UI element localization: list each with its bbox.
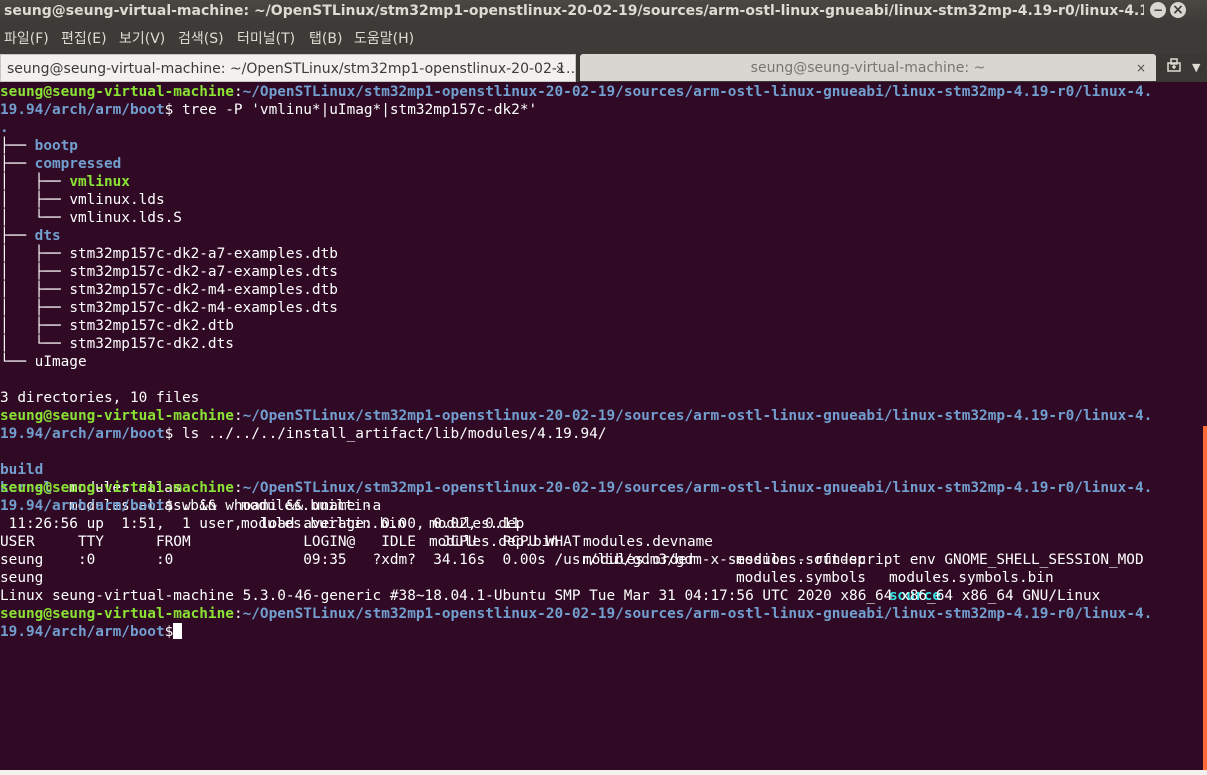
- ls-entry: modules.symbols.bin: [889, 570, 1054, 586]
- tab-close-button[interactable]: ×: [1136, 54, 1146, 81]
- tree-line: │ └── vmlinux.lds.S: [0, 210, 182, 226]
- tree-file: stm32mp157c-dk2-a7-examples.dtb: [69, 246, 338, 262]
- terminal-cursor: [173, 623, 183, 639]
- command-text: tree -P 'vmlinu*|uImag*|stm32mp157c-dk2*…: [181, 102, 538, 118]
- menu-view[interactable]: 보기(V): [119, 22, 165, 56]
- ls-entry: modules.devname: [583, 534, 713, 550]
- prompt-path: ~/OpenSTLinux/stm32mp1-openstlinux-20-02…: [242, 408, 1153, 424]
- prompt-line: 19.94/arch/arm/boot$ tree -P 'vmlinu*|uI…: [0, 102, 538, 118]
- chevron-down-icon[interactable]: ▼: [1192, 54, 1200, 82]
- window-title: seung@seung-virtual-machine: ~/OpenSTLin…: [4, 3, 1144, 19]
- tree-file: stm32mp157c-dk2-m4-examples.dts: [69, 300, 338, 316]
- tab-label: seung@seung-virtual-machine: ~/OpenSTLin…: [7, 61, 576, 77]
- terminal-output[interactable]: seung@seung-virtual-machine:~/OpenSTLinu…: [0, 82, 1207, 770]
- menu-edit[interactable]: 편집(E): [61, 22, 107, 56]
- menu-tabs[interactable]: 탭(B): [309, 22, 342, 56]
- prompt-line: 19.94/arch/arm/boot$ w && whoami && unam…: [0, 498, 382, 514]
- scrollbar[interactable]: [1203, 426, 1207, 770]
- tab-active[interactable]: seung@seung-virtual-machine: ~/OpenSTLin…: [0, 54, 576, 82]
- minimize-button[interactable]: −: [1150, 2, 1166, 18]
- w-uptime: 11:26:56 up 1:51, 1 user, load average: …: [0, 516, 520, 532]
- tab-bar: seung@seung-virtual-machine: ~/OpenSTLin…: [0, 54, 1207, 82]
- tree-line: │ ├── stm32mp157c-dk2-m4-examples.dtb: [0, 282, 338, 298]
- tree-line: └── uImage: [0, 354, 87, 370]
- prompt-path: 19.94/arch/arm/boot: [0, 624, 165, 640]
- prompt-user: seung@seung-virtual-machine: [0, 480, 234, 496]
- prompt-line: seung@seung-virtual-machine:~/OpenSTLinu…: [0, 408, 1153, 424]
- tree-file: stm32mp157c-dk2-a7-examples.dts: [69, 264, 338, 280]
- prompt-path: 19.94/arch/arm/boot: [0, 426, 165, 442]
- window-bottom-edge: [0, 770, 1207, 775]
- prompt-user: seung@seung-virtual-machine: [0, 84, 234, 100]
- prompt-user: seung@seung-virtual-machine: [0, 606, 234, 622]
- prompt-line: seung@seung-virtual-machine:~/OpenSTLinu…: [0, 84, 1153, 100]
- prompt-path: ~/OpenSTLinux/stm32mp1-openstlinux-20-02…: [242, 606, 1153, 622]
- tree-file: uImage: [34, 354, 87, 370]
- tree-file: vmlinux.lds: [69, 192, 165, 208]
- command-text: w && whoami && uname -a: [181, 498, 382, 514]
- whoami-output: seung: [0, 570, 44, 586]
- ls-row: build modules.alias modules.builtin modu…: [0, 443, 1054, 586]
- w-row: seung :0 :0 09:35 ?xdm? 34.16s 0.00s /us…: [0, 552, 1144, 568]
- tree-line: │ ├── vmlinux: [0, 174, 130, 190]
- prompt-line: 19.94/arch/arm/boot$: [0, 623, 183, 641]
- tree-file: stm32mp157c-dk2.dtb: [69, 318, 234, 334]
- prompt-line: seung@seung-virtual-machine:~/OpenSTLinu…: [0, 606, 1153, 622]
- tree-line: ├── bootp: [0, 138, 78, 154]
- tree-line: │ └── stm32mp157c-dk2.dts: [0, 336, 234, 352]
- tree-root: .: [0, 120, 9, 136]
- prompt-path: ~/OpenSTLinux/stm32mp1-openstlinux-20-02…: [242, 84, 1153, 100]
- menu-file[interactable]: 파일(F): [4, 22, 49, 56]
- new-tab-icon: [1166, 54, 1182, 82]
- tree-line: ├── compressed: [0, 156, 122, 172]
- w-header: USER TTY FROM LOGIN@ IDLE JCPU PCPU WHAT: [0, 534, 581, 550]
- prompt-user: seung@seung-virtual-machine: [0, 408, 234, 424]
- tree-dir: dts: [34, 228, 61, 244]
- menu-help[interactable]: 도움말(H): [354, 22, 414, 56]
- tree-dir: bootp: [34, 138, 78, 154]
- tree-line: │ ├── vmlinux.lds: [0, 192, 165, 208]
- prompt-line: seung@seung-virtual-machine:~/OpenSTLinu…: [0, 480, 1153, 496]
- prompt-path: 19.94/arch/arm/boot: [0, 102, 165, 118]
- tree-line: │ ├── stm32mp157c-dk2-m4-examples.dts: [0, 300, 338, 316]
- tab-close-button[interactable]: ×: [555, 55, 565, 81]
- tree-dir: compressed: [34, 156, 122, 172]
- close-window-button[interactable]: ×: [1170, 2, 1186, 18]
- command-text: ls ../../../install_artifact/lib/modules…: [181, 426, 607, 442]
- uname-output: Linux seung-virtual-machine 5.3.0-46-gen…: [0, 588, 1101, 604]
- menu-bar: 파일(F) 편집(E) 보기(V) 검색(S) 터미널(T) 탭(B) 도움말(…: [0, 22, 1207, 54]
- menu-search[interactable]: 검색(S): [178, 22, 224, 56]
- menu-terminal[interactable]: 터미널(T): [237, 22, 295, 56]
- new-tab-button[interactable]: ▼: [1160, 54, 1207, 82]
- ls-entry: modules.symbols: [736, 570, 866, 586]
- tree-line: .: [0, 119, 9, 137]
- tree-line: │ ├── stm32mp157c-dk2-a7-examples.dtb: [0, 246, 338, 262]
- tree-line: │ ├── stm32mp157c-dk2.dtb: [0, 318, 234, 334]
- tree-file: vmlinux: [69, 174, 130, 190]
- tab-label: seung@seung-virtual-machine: ~: [750, 60, 986, 76]
- prompt-path: 19.94/arch/arm/boot: [0, 498, 165, 514]
- tree-line: │ ├── stm32mp157c-dk2-a7-examples.dts: [0, 264, 338, 280]
- prompt-path: ~/OpenSTLinux/stm32mp1-openstlinux-20-02…: [242, 480, 1153, 496]
- window-titlebar: seung@seung-virtual-machine: ~/OpenSTLin…: [0, 0, 1207, 22]
- ls-row: kernel modules.alias.bin modules.builtin…: [0, 461, 941, 604]
- tree-file: stm32mp157c-dk2-m4-examples.dtb: [69, 282, 338, 298]
- tree-summary: 3 directories, 10 files: [0, 390, 200, 406]
- tab-inactive[interactable]: seung@seung-virtual-machine: ~ ×: [580, 54, 1156, 81]
- prompt-line: 19.94/arch/arm/boot$ ls ../../../install…: [0, 426, 607, 442]
- tree-line: ├── dts: [0, 228, 61, 244]
- tree-file: vmlinux.lds.S: [69, 210, 182, 226]
- tree-file: stm32mp157c-dk2.dts: [69, 336, 234, 352]
